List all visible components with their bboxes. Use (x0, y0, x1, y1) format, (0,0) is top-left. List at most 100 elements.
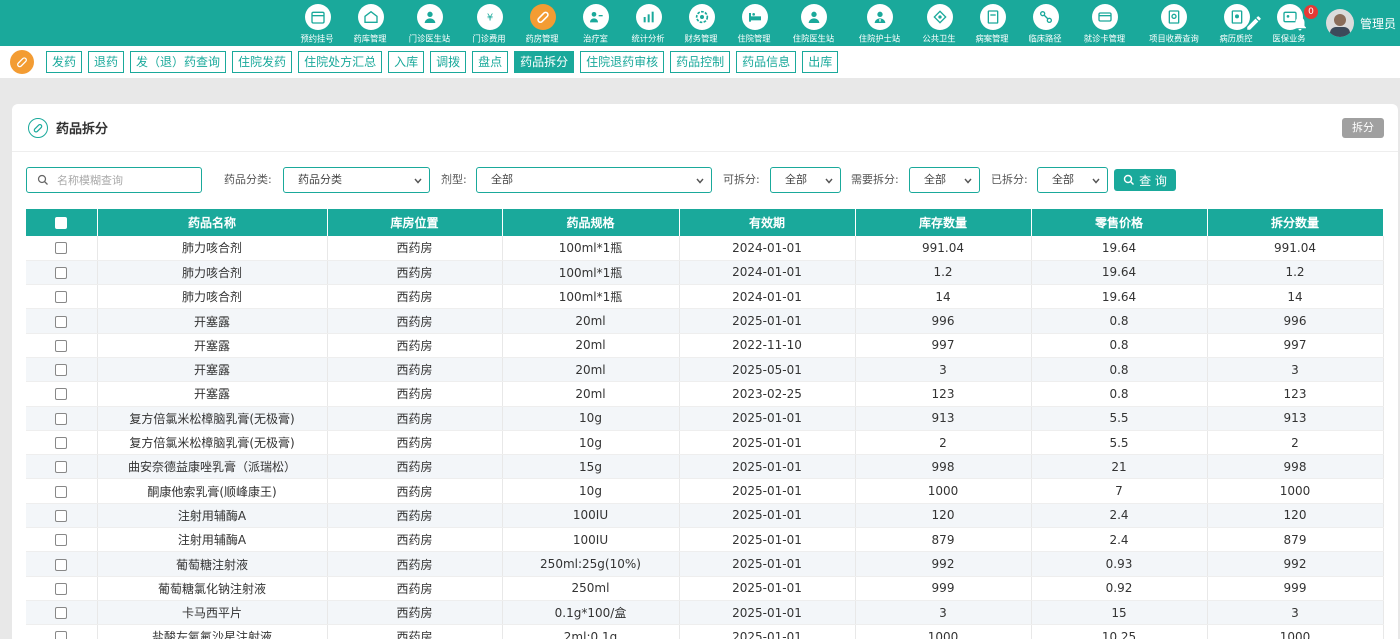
row-checkbox[interactable] (55, 631, 68, 639)
table-cell: 0.92 (1031, 576, 1208, 601)
tab-6[interactable]: 调拨 (430, 51, 467, 73)
column-header[interactable]: 药品规格 (502, 209, 680, 236)
table-cell: 0.8 (1031, 381, 1208, 407)
row-checkbox[interactable] (55, 364, 68, 377)
nav-item-calendar[interactable]: 预约挂号 (291, 0, 344, 46)
row-checkbox[interactable] (55, 509, 68, 522)
row-checkbox[interactable] (55, 315, 68, 328)
warehouse-icon (357, 4, 384, 30)
column-header[interactable]: 库房位置 (327, 209, 503, 236)
dosage-form-select[interactable]: 全部 (476, 167, 712, 193)
search-input[interactable] (57, 173, 187, 187)
table-cell: 250ml (502, 576, 680, 601)
category-select[interactable]: 药品分类 (283, 167, 430, 193)
nav-item-doctor[interactable]: 门诊医生站 (397, 0, 463, 46)
split-button[interactable]: 拆分 (1342, 118, 1384, 138)
notification-bell-icon[interactable]: 0 (1288, 5, 1318, 35)
nav-item-chart[interactable]: 统计分析 (622, 0, 675, 46)
row-checkbox[interactable] (55, 339, 68, 352)
table-row[interactable]: 曲安奈德益康唑乳膏（派瑞松） 西药房 15g 2025-01-01 998 21 998 (26, 454, 1384, 480)
nav-item-record[interactable]: 病案管理 (966, 0, 1019, 46)
tab-8[interactable]: 药品拆分 (514, 51, 575, 73)
tab-3[interactable]: 住院发药 (232, 51, 293, 73)
table-row[interactable]: 肺力咳合剂 西药房 100ml*1瓶 2024-01-01 14 19.64 14 (26, 284, 1384, 310)
tab-9[interactable]: 住院退药审核 (580, 51, 665, 73)
table-row[interactable]: 开塞露 西药房 20ml 2025-05-01 3 0.8 3 (26, 357, 1384, 383)
tab-5[interactable]: 入库 (388, 51, 425, 73)
user-name[interactable]: 管理员 (1360, 15, 1396, 32)
edit-icon[interactable] (1242, 11, 1266, 35)
tab-4[interactable]: 住院处方汇总 (298, 51, 383, 73)
row-checkbox[interactable] (55, 437, 68, 450)
tab-7[interactable]: 盘点 (472, 51, 509, 73)
tab-1[interactable]: 退药 (88, 51, 125, 73)
table-row[interactable]: 盐酸左氧氟沙星注射液 西药房 2ml:0.1g 2025-01-01 1000 10.25… (26, 624, 1384, 639)
row-checkbox[interactable] (55, 461, 68, 474)
nav-item-inpatient-doctor[interactable]: 住院医生站 (781, 0, 847, 46)
row-checkbox[interactable] (55, 412, 68, 425)
nav-item-pill[interactable]: 药房管理 (516, 0, 569, 46)
table-row[interactable]: 葡萄糖注射液 西药房 250ml:25g(10%) 2025-01-01 992 0.93… (26, 551, 1384, 577)
column-header[interactable]: 拆分数量 (1207, 209, 1384, 236)
table-cell: 3 (855, 357, 1032, 383)
tab-11[interactable]: 药品信息 (736, 51, 797, 73)
table-row[interactable]: 开塞露 西药房 20ml 2025-01-01 996 0.8 996 (26, 308, 1384, 334)
nav-item-charge-query[interactable]: 项目收费查询 (1138, 0, 1210, 46)
tab-10[interactable]: 药品控制 (670, 51, 731, 73)
nav-item-finance[interactable]: 财务管理 (675, 0, 728, 46)
table-row[interactable]: 注射用辅酶A 西药房 100IU 2025-01-01 120 2.4 120 (26, 503, 1384, 529)
tab-12[interactable]: 出库 (802, 51, 839, 73)
nav-item-yen[interactable]: ¥ 门诊费用 (463, 0, 516, 46)
tab-2[interactable]: 发（退）药查询 (130, 51, 227, 73)
row-checkbox[interactable] (55, 388, 68, 401)
table-cell: 西药房 (327, 406, 503, 431)
nav-item-label: 财务管理 (684, 35, 719, 45)
table-row[interactable]: 卡马西平片 西药房 0.1g*100/盒 2025-01-01 3 15 3 (26, 600, 1384, 626)
column-header[interactable]: 药品名称 (97, 209, 328, 236)
tab-0[interactable]: 发药 (46, 51, 83, 73)
table-row[interactable]: 肺力咳合剂 西药房 100ml*1瓶 2024-01-01 1.2 19.64 1.2 (26, 260, 1384, 286)
table-cell: 879 (855, 527, 1032, 553)
row-checkbox[interactable] (55, 242, 68, 255)
table-row[interactable]: 开塞露 西药房 20ml 2022-11-10 997 0.8 997 (26, 333, 1384, 358)
table-row[interactable]: 复方倍氯米松樟脑乳膏(无极膏) 西药房 10g 2025-01-01 913 5.5 913 (26, 406, 1384, 431)
column-header[interactable]: 库存数量 (855, 209, 1032, 236)
row-checkbox[interactable] (55, 266, 68, 279)
row-checkbox[interactable] (55, 558, 68, 571)
table-cell: 西药房 (327, 284, 503, 310)
row-checkbox[interactable] (55, 291, 68, 304)
chart-icon (635, 4, 662, 30)
need-split-select[interactable]: 全部 (909, 167, 980, 193)
nav-item-nurse[interactable]: 住院护士站 (847, 0, 913, 46)
row-checkbox[interactable] (55, 607, 68, 620)
splittable-select[interactable]: 全部 (770, 167, 841, 193)
table-cell: 2025-01-01 (679, 308, 856, 334)
table-cell: 10g (502, 478, 680, 504)
split-done-select[interactable]: 全部 (1037, 167, 1108, 193)
table-row[interactable]: 肺力咳合剂 西药房 100ml*1瓶 2024-01-01 991.04 19.64 991… (26, 236, 1384, 261)
avatar[interactable] (1325, 9, 1354, 37)
nav-item-path[interactable]: 临床路径 (1019, 0, 1072, 46)
table-cell: 2022-11-10 (679, 333, 856, 358)
row-checkbox[interactable] (55, 485, 68, 498)
select-all-checkbox[interactable] (55, 217, 68, 229)
table-cell: 991.04 (855, 236, 1032, 261)
nav-item-card[interactable]: 就诊卡管理 (1072, 0, 1138, 46)
row-checkbox[interactable] (55, 534, 68, 547)
search-input-box[interactable] (26, 167, 202, 193)
table-row[interactable]: 葡萄糖氯化钠注射液 西药房 250ml 2025-01-01 999 0.92 999 (26, 576, 1384, 601)
table-row[interactable]: 注射用辅酶A 西药房 100IU 2025-01-01 879 2.4 879 (26, 527, 1384, 553)
nav-item-public-health[interactable]: 公共卫生 (913, 0, 966, 46)
query-button[interactable]: 查 询 (1114, 169, 1176, 191)
column-header[interactable]: 零售价格 (1031, 209, 1208, 236)
row-checkbox[interactable] (55, 582, 68, 595)
nav-item-bed[interactable]: 住院管理 (728, 0, 781, 46)
table-cell: 100IU (502, 503, 680, 529)
table-cell: 123 (1207, 381, 1384, 407)
table-row[interactable]: 复方倍氯米松樟脑乳膏(无极膏) 西药房 10g 2025-01-01 2 5.5 2 (26, 430, 1384, 456)
table-row[interactable]: 酮康他索乳膏(顺峰康王) 西药房 10g 2025-01-01 1000 7 1000 (26, 478, 1384, 504)
table-row[interactable]: 开塞露 西药房 20ml 2023-02-25 123 0.8 123 (26, 381, 1384, 407)
column-header[interactable]: 有效期 (679, 209, 856, 236)
nav-item-treatment[interactable]: 治疗室 (569, 0, 622, 46)
nav-item-warehouse[interactable]: 药库管理 (344, 0, 397, 46)
